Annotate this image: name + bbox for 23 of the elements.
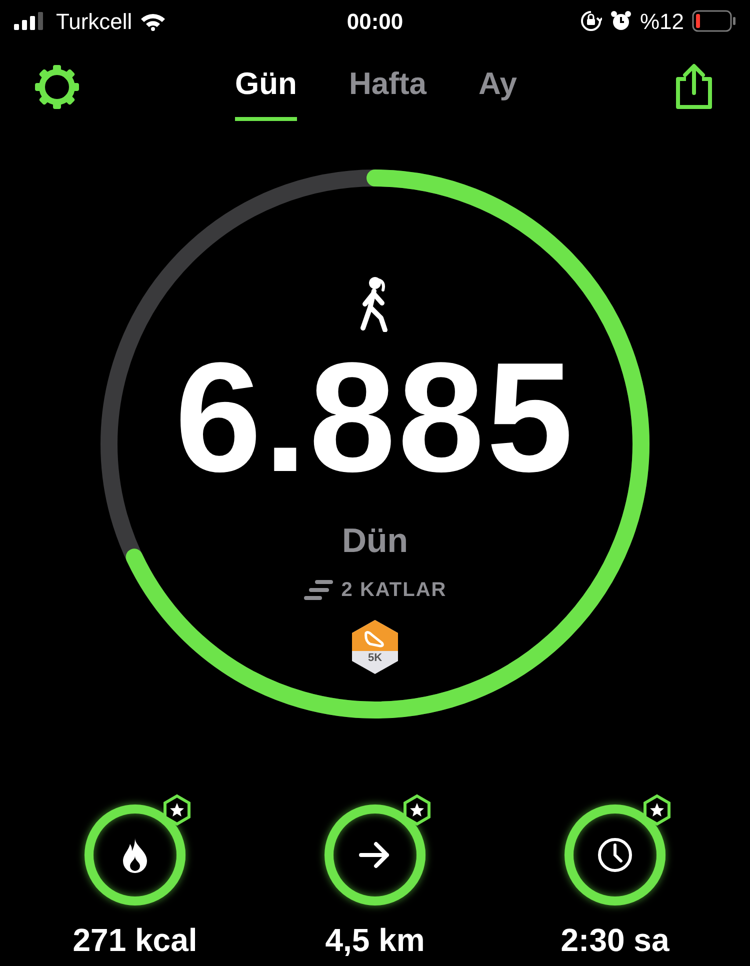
floors-count: 2 KATLAR (341, 578, 447, 603)
rotation-lock-icon (580, 10, 602, 32)
flame-icon (120, 837, 150, 873)
step-count: 6.885 (174, 340, 576, 496)
tab[interactable]: Ay (478, 56, 517, 122)
stat-value: 2:30 sa (560, 921, 670, 960)
stat-value: 4,5 km (325, 921, 425, 960)
wifi-icon (140, 12, 166, 30)
clock-icon (597, 837, 633, 873)
settings-icon[interactable] (34, 64, 80, 110)
battery-icon (692, 10, 736, 32)
battery-percent: %12 (640, 8, 684, 36)
badge-icon (350, 619, 400, 675)
tab[interactable]: Hafta (349, 56, 427, 122)
carrier-name: Turkcell (56, 8, 132, 36)
arrow-icon (359, 841, 391, 869)
tab[interactable]: Gün (235, 56, 297, 122)
badge-label: 5K (366, 650, 384, 666)
alarm-icon (610, 10, 632, 32)
stairs-icon (303, 579, 334, 601)
stat-value: 271 kcal (72, 921, 198, 960)
day-label: Dün (342, 521, 408, 562)
clock-time: 00:00 (346, 8, 404, 36)
